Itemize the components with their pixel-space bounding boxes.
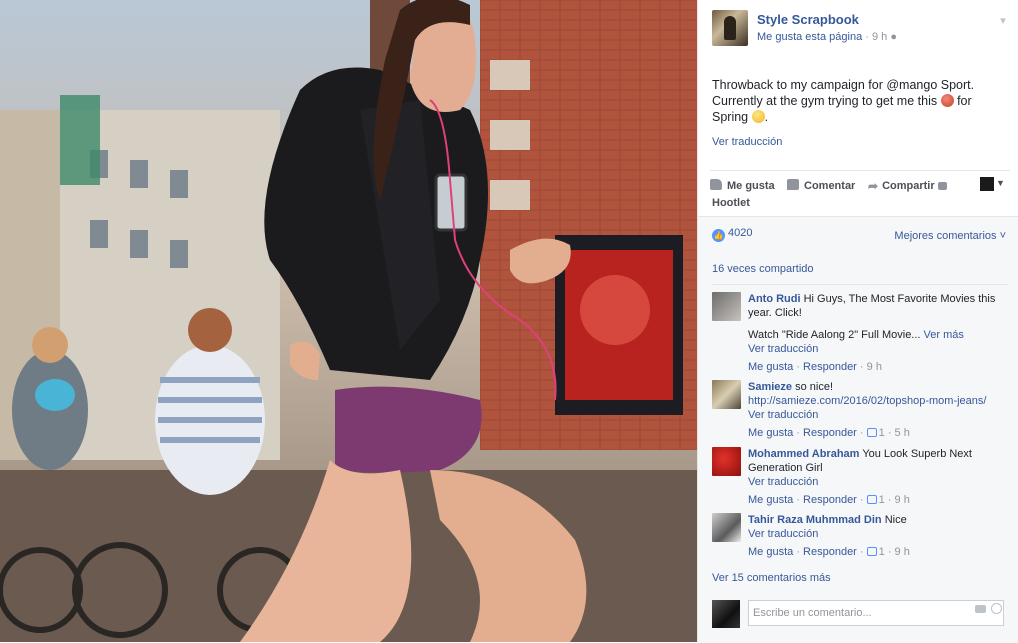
comment-input[interactable]: Escribe un comentario... [748,600,1004,626]
post-text: Throwback to my campaign for @mango Spor… [712,77,1002,125]
post-side-panel: Style Scrapbook Me gusta esta página · 9… [697,0,1018,643]
comment-author[interactable]: Anto Rudi [748,293,801,305]
comment-body: Anto Rudi Hi Guys, The Most Favorite Mov… [748,292,1006,374]
comment-author[interactable]: Mohammed Abraham [748,448,859,460]
post-meta: Me gusta esta página · 9 h ● [757,31,897,43]
camera-icon[interactable] [975,605,986,613]
page-avatar[interactable] [712,10,748,46]
smile-emoji-icon [751,110,765,123]
comment-time[interactable]: 9 h [895,546,910,558]
share-button[interactable]: ➦ Compartir [868,179,947,193]
commenter-avatar[interactable] [712,292,741,321]
comment-author[interactable]: Samieze [748,381,792,393]
post-text-line1: Throwback to my campaign for @mango Spor… [712,78,975,92]
comment-text: Nice [884,514,907,526]
see-more-link[interactable]: Ver más [924,329,964,341]
comment-label: Comentar [804,180,856,192]
commenter-avatar[interactable] [712,380,741,409]
comment-reply-link[interactable]: Responder [803,427,857,439]
comment-reactions[interactable]: 1 [879,427,885,439]
peach-emoji-icon [940,94,954,107]
comment-time[interactable]: 5 h [895,427,910,439]
thumbs-up-icon [710,179,722,190]
comment-body: Samieze so nice! http://samieze.com/2016… [748,380,1006,440]
likes-count[interactable]: 👍 4020 [712,227,752,242]
comment-button[interactable]: Comentar [787,179,855,192]
comment-reactions[interactable]: 1 [879,494,885,506]
camera-icon [937,182,947,190]
comment-link[interactable]: http://samieze.com/2016/02/topshop-mom-j… [748,394,1006,408]
shares-link[interactable]: 16 veces compartido [712,263,814,275]
comment-reactions[interactable]: 1 [879,546,885,558]
post-text-line3: Spring [712,110,749,124]
viewer-avatar[interactable] [980,177,994,191]
comment-body: Mohammed Abraham You Look Superb Next Ge… [748,447,1006,507]
likes-number: 4020 [728,227,753,239]
post-actions-bar: Me gusta Comentar ➦ Compartir ▼ [710,170,1010,199]
smiley-icon[interactable] [991,603,1002,614]
comment-like-link[interactable]: Me gusta [748,494,793,506]
like-label: Me gusta [727,180,775,192]
caret-down-icon[interactable]: ▼ [996,178,1005,188]
comment-like-link[interactable]: Me gusta [748,361,793,373]
view-more-comments-link[interactable]: Ver 15 comentarios más [712,572,831,584]
like-reaction-icon [866,428,877,437]
meta-separator: · [865,31,872,43]
comment-actions: Me gusta · Responder · 1 · 5 h [748,427,910,439]
post-text-line2: Currently at the gym trying to get me th… [712,94,938,108]
hootlet-button[interactable]: Hootlet [712,197,750,209]
comment-translation-link[interactable]: Ver traducción [748,342,1006,356]
page-name[interactable]: Style Scrapbook [757,12,859,27]
comment-like-link[interactable]: Me gusta [748,427,793,439]
comment-reply-link[interactable]: Responder [803,494,857,506]
comment-author[interactable]: Tahir Raza Muhmmad Din [748,514,882,526]
share-arrow-icon: ➦ [868,179,879,193]
comment-composer: Escribe un comentario... [712,597,1008,631]
comment-time[interactable]: 9 h [895,494,910,506]
post-text-line2-end: for [957,94,972,108]
like-reaction-icon [866,495,877,504]
comment-body: Tahir Raza Muhmmad Din Nice Ver traducci… [748,513,1006,559]
comment-translation-link[interactable]: Ver traducción [748,408,1006,422]
best-comments-dropdown[interactable]: Mejores comentarios ˅ [894,230,1006,242]
like-page-link[interactable]: Me gusta esta página [757,31,862,43]
comment-text: so nice! [795,381,834,393]
shares-count: 16 veces compartido [712,263,1008,285]
comment-time[interactable]: 9 h [867,361,882,373]
commenter-avatar[interactable] [712,447,741,476]
comment-translation-link[interactable]: Ver traducción [748,475,1006,489]
comments-section: 👍 4020 Mejores comentarios ˅ 16 veces com… [698,216,1018,643]
comment-actions: Me gusta · Responder · 1 · 9 h [748,546,910,558]
chevron-down-icon[interactable]: ▾ [996,14,1010,28]
see-translation-link[interactable]: Ver traducción [712,136,782,148]
like-reaction-icon: 👍 [712,229,725,242]
post-time[interactable]: 9 h [872,31,887,43]
comment-reply-link[interactable]: Responder [803,361,857,373]
comment-bubble-icon [787,179,799,190]
post-photo[interactable] [0,0,697,642]
current-user-avatar [712,600,740,628]
comment-translation-link[interactable]: Ver traducción [748,527,1006,541]
comment-input-placeholder: Escribe un comentario... [753,607,872,619]
like-reaction-icon [866,547,877,556]
share-label: Compartir [882,180,935,192]
runner-photo-illustration [0,0,697,642]
commenter-avatar[interactable] [712,513,741,542]
like-button[interactable]: Me gusta [710,179,775,192]
comment-like-link[interactable]: Me gusta [748,546,793,558]
comment-actions: Me gusta · Responder · 9 h [748,361,882,373]
comment-actions: Me gusta · Responder · 1 · 9 h [748,494,910,506]
post-text-end: . [764,110,769,124]
comment-extra: Watch "Ride Aalong 2" Full Movie... [748,329,921,341]
comment-reply-link[interactable]: Responder [803,546,857,558]
globe-icon: ● [890,31,897,43]
post-header: Style Scrapbook Me gusta esta página · 9… [712,10,1012,46]
comment-extra-line: Watch "Ride Aalong 2" Full Movie... Ver … [748,328,1006,342]
